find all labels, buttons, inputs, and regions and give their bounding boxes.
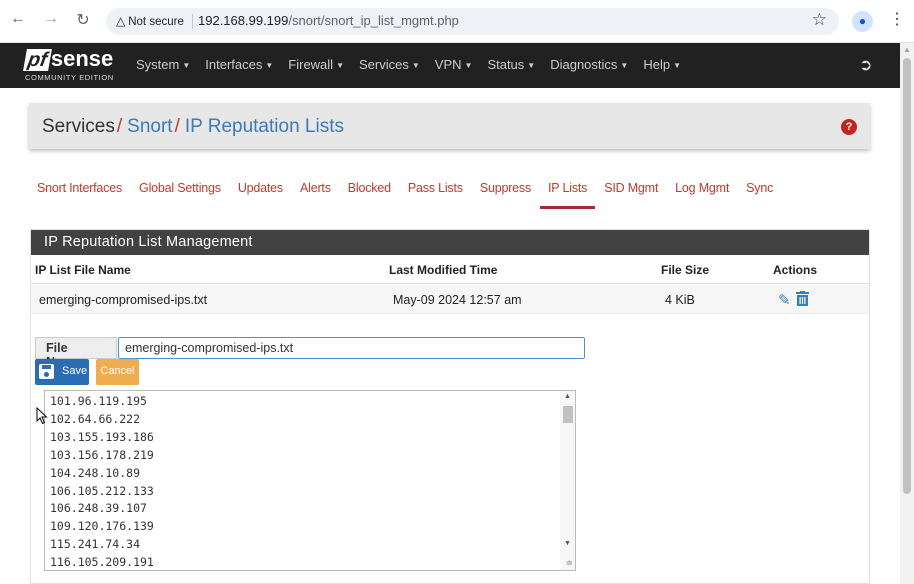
url-text[interactable]: 192.168.99.199/snort/snort_ip_list_mgmt.… xyxy=(198,13,459,28)
scrollbar-thumb[interactable] xyxy=(903,58,911,494)
ip-line: 103.156.178.219 xyxy=(50,447,154,462)
main-menu: System ▼ Interfaces ▼ Firewall ▼ Services ▼ VPN ▼… xyxy=(136,57,696,72)
ip-line: 101.96.119.195 xyxy=(50,394,147,408)
mouse-cursor-icon xyxy=(36,407,48,425)
breadcrumb-ip-reputation-lists[interactable]: IP Reputation Lists xyxy=(185,116,344,137)
menu-interfaces[interactable]: Interfaces ▼ xyxy=(205,57,273,72)
caret-down-icon: ▼ xyxy=(620,61,629,71)
breadcrumb-snort[interactable]: Snort xyxy=(127,116,172,137)
menu-firewall[interactable]: Firewall ▼ xyxy=(288,57,344,72)
col-file-size: File Size xyxy=(661,263,710,277)
address-divider xyxy=(192,14,193,29)
forward-arrow-icon[interactable]: → xyxy=(41,10,61,28)
tab-alerts[interactable]: Alerts xyxy=(300,181,331,195)
menu-vpn[interactable]: VPN ▼ xyxy=(435,57,473,72)
ip-line: 104.248.10.89 xyxy=(50,465,141,480)
tab-pass-lists[interactable]: Pass Lists xyxy=(408,181,463,195)
textarea-scroll-up-icon[interactable]: ▲ xyxy=(564,393,571,400)
page-scrollbar[interactable]: ▲ xyxy=(900,43,914,584)
tab-log-mgmt[interactable]: Log Mgmt xyxy=(675,181,729,195)
file-name-input[interactable] xyxy=(118,337,585,359)
col-actions: Actions xyxy=(773,263,818,277)
logout-icon[interactable]: ➲ xyxy=(859,55,872,75)
caret-down-icon: ▼ xyxy=(336,61,344,71)
caret-down-icon: ▼ xyxy=(265,61,274,71)
menu-help[interactable]: Help ▼ xyxy=(643,57,681,72)
caret-down-icon: ▼ xyxy=(182,61,191,71)
ip-line: 106.248.39.107 xyxy=(50,501,147,516)
trash-delete-icon[interactable] xyxy=(796,291,809,306)
menu-diagnostics[interactable]: Diagnostics ▼ xyxy=(550,57,628,72)
menu-services[interactable]: Services ▼ xyxy=(359,57,420,72)
tab-ip-lists[interactable]: IP Lists xyxy=(539,181,596,209)
ip-list-content: 101.96.119.195 102.64.66.222 103.155.193.1… xyxy=(50,393,154,570)
reload-icon[interactable]: ↻ xyxy=(73,10,93,30)
textarea-scroll-thumb[interactable] xyxy=(563,406,573,423)
save-button[interactable]: Save xyxy=(35,359,89,385)
caret-down-icon: ▼ xyxy=(411,61,420,71)
back-arrow-icon[interactable]: ← xyxy=(8,10,28,28)
tab-blocked[interactable]: Blocked xyxy=(348,181,391,195)
row-file-name: emerging-compromised-ips.txt xyxy=(39,293,208,307)
breadcrumb-panel: Services / Snort / IP Reputation Lists ? xyxy=(29,103,870,149)
col-last-modified: Last Modified Time xyxy=(389,263,498,277)
caret-down-icon: ▼ xyxy=(464,61,473,71)
profile-avatar-icon[interactable]: ● xyxy=(852,11,873,32)
bookmark-star-icon[interactable]: ☆ xyxy=(812,10,827,30)
tab-sync[interactable]: Sync xyxy=(746,181,773,195)
row-modified-time: May-09 2024 12:57 am xyxy=(393,293,522,307)
tab-snort-interfaces[interactable]: Snort Interfaces xyxy=(37,181,122,195)
ip-line: 106.105.212.133 xyxy=(50,483,154,498)
ip-line: 116.105.209.191 xyxy=(50,555,154,570)
tab-sid-mgmt[interactable]: SID Mgmt xyxy=(604,181,658,195)
top-navbar: pfsense COMMUNITY EDITION System ▼ Interfa… xyxy=(0,43,900,88)
caret-down-icon: ▼ xyxy=(673,61,682,71)
breadcrumb-separator: / xyxy=(116,116,123,137)
tab-suppress[interactable]: Suppress xyxy=(480,181,531,195)
menu-system[interactable]: System ▼ xyxy=(136,57,190,72)
textarea-scroll-down-icon[interactable]: ▼ xyxy=(564,540,571,547)
pencil-edit-icon[interactable]: ✎ xyxy=(778,291,791,309)
ip-list-textarea[interactable]: 101.96.119.195 102.64.66.222 103.155.193.1… xyxy=(44,390,576,571)
tab-global-settings[interactable]: Global Settings xyxy=(139,181,221,195)
breadcrumb: Services / Snort / IP Reputation Lists xyxy=(42,116,344,138)
save-disk-icon xyxy=(39,364,54,379)
table-row: emerging-compromised-ips.txt May-09 2024… xyxy=(31,285,869,314)
menu-status[interactable]: Status ▼ xyxy=(487,57,535,72)
breadcrumb-services: Services xyxy=(42,116,115,137)
ip-line: 115.241.74.34 xyxy=(50,537,141,552)
not-secure-indicator[interactable]: △ Not secure xyxy=(116,14,184,28)
tab-updates[interactable]: Updates xyxy=(238,181,283,195)
scroll-up-arrow-icon[interactable]: ▲ xyxy=(903,45,911,54)
ip-line: 103.155.193.186 xyxy=(50,429,154,444)
table-header: IP List File Name Last Modified Time Fil… xyxy=(31,255,869,284)
caret-down-icon: ▼ xyxy=(527,61,536,71)
row-file-size: 4 KiB xyxy=(665,293,695,307)
browser-toolbar: ← → ↻ △ Not secure 192.168.99.199/snort/s… xyxy=(0,0,914,43)
browser-menu-icon[interactable]: ⋮ xyxy=(889,9,905,29)
breadcrumb-separator: / xyxy=(174,116,180,137)
panel-title: IP Reputation List Management xyxy=(31,230,869,255)
textarea-scrollbar[interactable]: ▲ ▼ xyxy=(560,391,575,570)
col-file-name: IP List File Name xyxy=(35,263,131,277)
ip-line: 109.120.176.139 xyxy=(50,519,154,534)
address-bar[interactable]: △ Not secure 192.168.99.199/snort/snort_i… xyxy=(106,8,839,35)
snort-tabs: Snort Interfaces Global Settings Updates Al… xyxy=(37,181,790,209)
pfsense-logo[interactable]: pfsense COMMUNITY EDITION xyxy=(23,48,114,82)
help-icon[interactable]: ? xyxy=(841,119,857,135)
resize-handle-icon[interactable]: ≐ xyxy=(565,558,573,569)
file-name-label: File Name: xyxy=(35,337,117,369)
warning-triangle-icon: △ xyxy=(116,14,126,28)
ip-line: 102.64.66.222 xyxy=(50,411,141,426)
cancel-button[interactable]: Cancel xyxy=(96,359,139,385)
